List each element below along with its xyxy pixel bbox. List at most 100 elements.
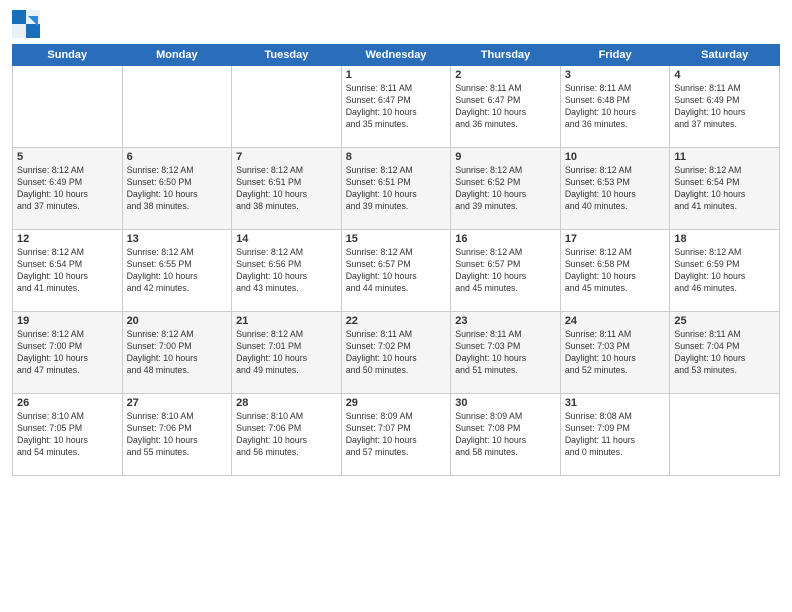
- day-info: Sunrise: 8:11 AM Sunset: 6:47 PM Dayligh…: [455, 83, 556, 131]
- day-number: 2: [455, 69, 556, 81]
- day-cell: 8 Sunrise: 8:12 AM Sunset: 6:51 PM Daylig…: [341, 148, 451, 230]
- day-info: Sunrise: 8:12 AM Sunset: 6:51 PM Dayligh…: [346, 165, 447, 213]
- day-info: Sunrise: 8:11 AM Sunset: 6:48 PM Dayligh…: [565, 83, 666, 131]
- day-number: 15: [346, 233, 447, 245]
- weekday-header-friday: Friday: [560, 45, 670, 66]
- day-info: Sunrise: 8:09 AM Sunset: 7:08 PM Dayligh…: [455, 411, 556, 459]
- day-cell: 16Sunrise: 8:12 AM Sunset: 6:57 PM Dayli…: [451, 230, 561, 312]
- day-number: 7: [236, 151, 337, 163]
- day-number: 27: [127, 397, 228, 409]
- weekday-header-saturday: Saturday: [670, 45, 780, 66]
- day-cell: 19Sunrise: 8:12 AM Sunset: 7:00 PM Dayli…: [13, 312, 123, 394]
- day-info: Sunrise: 8:11 AM Sunset: 7:02 PM Dayligh…: [346, 329, 447, 377]
- day-number: 21: [236, 315, 337, 327]
- week-row-2: 5Sunrise: 8:12 AM Sunset: 6:49 PM Daylig…: [13, 148, 780, 230]
- day-number: 31: [565, 397, 666, 409]
- logo-icon: [12, 10, 40, 38]
- calendar-body: 1 Sunrise: 8:11 AM Sunset: 6:47 PM Daylig…: [13, 66, 780, 476]
- day-info: Sunrise: 8:12 AM Sunset: 7:01 PM Dayligh…: [236, 329, 337, 377]
- day-info: Sunrise: 8:11 AM Sunset: 7:03 PM Dayligh…: [455, 329, 556, 377]
- day-info: Sunrise: 8:12 AM Sunset: 6:59 PM Dayligh…: [674, 247, 775, 295]
- day-number: 28: [236, 397, 337, 409]
- day-number: 9: [455, 151, 556, 163]
- day-info: Sunrise: 8:10 AM Sunset: 7:05 PM Dayligh…: [17, 411, 118, 459]
- day-cell: 26 Sunrise: 8:10 AM Sunset: 7:05 PM Dayli…: [13, 394, 123, 476]
- day-info: Sunrise: 8:12 AM Sunset: 6:58 PM Dayligh…: [565, 247, 666, 295]
- day-cell: [13, 66, 123, 148]
- day-info: Sunrise: 8:12 AM Sunset: 6:52 PM Dayligh…: [455, 165, 556, 213]
- day-cell: 18Sunrise: 8:12 AM Sunset: 6:59 PM Dayli…: [670, 230, 780, 312]
- day-cell: 15 Sunrise: 8:12 AM Sunset: 6:57 PM Dayli…: [341, 230, 451, 312]
- day-cell: 30Sunrise: 8:09 AM Sunset: 7:08 PM Dayli…: [451, 394, 561, 476]
- day-number: 13: [127, 233, 228, 245]
- day-number: 20: [127, 315, 228, 327]
- day-info: Sunrise: 8:11 AM Sunset: 6:49 PM Dayligh…: [674, 83, 775, 131]
- header: [12, 10, 780, 38]
- day-number: 11: [674, 151, 775, 163]
- weekday-header-sunday: Sunday: [13, 45, 123, 66]
- day-cell: 2 Sunrise: 8:11 AM Sunset: 6:47 PM Daylig…: [451, 66, 561, 148]
- day-cell: 21 Sunrise: 8:12 AM Sunset: 7:01 PM Dayli…: [232, 312, 342, 394]
- day-number: 17: [565, 233, 666, 245]
- calendar-header: SundayMondayTuesdayWednesdayThursdayFrid…: [13, 45, 780, 66]
- day-cell: 23 Sunrise: 8:11 AM Sunset: 7:03 PM Dayli…: [451, 312, 561, 394]
- day-cell: 9 Sunrise: 8:12 AM Sunset: 6:52 PM Daylig…: [451, 148, 561, 230]
- day-cell: 27 Sunrise: 8:10 AM Sunset: 7:06 PM Dayli…: [122, 394, 232, 476]
- day-number: 25: [674, 315, 775, 327]
- day-cell: [232, 66, 342, 148]
- day-info: Sunrise: 8:12 AM Sunset: 6:51 PM Dayligh…: [236, 165, 337, 213]
- day-number: 29: [346, 397, 447, 409]
- day-cell: 29 Sunrise: 8:09 AM Sunset: 7:07 PM Dayli…: [341, 394, 451, 476]
- day-cell: 10 Sunrise: 8:12 AM Sunset: 6:53 PM Dayli…: [560, 148, 670, 230]
- day-cell: 3 Sunrise: 8:11 AM Sunset: 6:48 PM Daylig…: [560, 66, 670, 148]
- day-cell: 28 Sunrise: 8:10 AM Sunset: 7:06 PM Dayli…: [232, 394, 342, 476]
- day-cell: 12 Sunrise: 8:12 AM Sunset: 6:54 PM Dayli…: [13, 230, 123, 312]
- week-row-3: 12 Sunrise: 8:12 AM Sunset: 6:54 PM Dayli…: [13, 230, 780, 312]
- day-number: 3: [565, 69, 666, 81]
- day-cell: 5Sunrise: 8:12 AM Sunset: 6:49 PM Daylig…: [13, 148, 123, 230]
- day-cell: 24 Sunrise: 8:11 AM Sunset: 7:03 PM Dayli…: [560, 312, 670, 394]
- day-info: Sunrise: 8:12 AM Sunset: 6:54 PM Dayligh…: [17, 247, 118, 295]
- day-info: Sunrise: 8:11 AM Sunset: 7:03 PM Dayligh…: [565, 329, 666, 377]
- day-info: Sunrise: 8:12 AM Sunset: 6:55 PM Dayligh…: [127, 247, 228, 295]
- day-number: 24: [565, 315, 666, 327]
- day-cell: 7 Sunrise: 8:12 AM Sunset: 6:51 PM Daylig…: [232, 148, 342, 230]
- day-number: 26: [17, 397, 118, 409]
- day-number: 14: [236, 233, 337, 245]
- weekday-header-monday: Monday: [122, 45, 232, 66]
- day-cell: 22Sunrise: 8:11 AM Sunset: 7:02 PM Dayli…: [341, 312, 451, 394]
- day-number: 12: [17, 233, 118, 245]
- week-row-4: 19 Sunrise: 8:12 AM Sunset: 7:00 PM Dayli…: [13, 312, 780, 394]
- weekday-header-wednesday: Wednesday: [341, 45, 451, 66]
- day-info: Sunrise: 8:08 AM Sunset: 7:09 PM Dayligh…: [565, 411, 666, 459]
- day-number: 6: [127, 151, 228, 163]
- day-cell: 31 Sunrise: 8:08 AM Sunset: 7:09 PM Dayli…: [560, 394, 670, 476]
- day-info: Sunrise: 8:12 AM Sunset: 6:53 PM Dayligh…: [565, 165, 666, 213]
- day-cell: 1 Sunrise: 8:11 AM Sunset: 6:47 PM Daylig…: [341, 66, 451, 148]
- day-cell: [670, 394, 780, 476]
- weekday-header-thursday: Thursday: [451, 45, 561, 66]
- day-number: 10: [565, 151, 666, 163]
- day-number: 23: [455, 315, 556, 327]
- day-info: Sunrise: 8:10 AM Sunset: 7:06 PM Dayligh…: [127, 411, 228, 459]
- day-info: Sunrise: 8:12 AM Sunset: 6:57 PM Dayligh…: [346, 247, 447, 295]
- day-cell: 6Sunrise: 8:12 AM Sunset: 6:50 PM Daylig…: [122, 148, 232, 230]
- day-info: Sunrise: 8:12 AM Sunset: 6:56 PM Dayligh…: [236, 247, 337, 295]
- day-cell: [122, 66, 232, 148]
- day-number: 16: [455, 233, 556, 245]
- day-number: 19: [17, 315, 118, 327]
- day-info: Sunrise: 8:12 AM Sunset: 6:54 PM Dayligh…: [674, 165, 775, 213]
- day-info: Sunrise: 8:10 AM Sunset: 7:06 PM Dayligh…: [236, 411, 337, 459]
- day-number: 1: [346, 69, 447, 81]
- day-info: Sunrise: 8:11 AM Sunset: 6:47 PM Dayligh…: [346, 83, 447, 131]
- day-info: Sunrise: 8:09 AM Sunset: 7:07 PM Dayligh…: [346, 411, 447, 459]
- day-number: 5: [17, 151, 118, 163]
- day-info: Sunrise: 8:11 AM Sunset: 7:04 PM Dayligh…: [674, 329, 775, 377]
- day-cell: 20 Sunrise: 8:12 AM Sunset: 7:00 PM Dayli…: [122, 312, 232, 394]
- day-cell: 4 Sunrise: 8:11 AM Sunset: 6:49 PM Daylig…: [670, 66, 780, 148]
- page-container: SundayMondayTuesdayWednesdayThursdayFrid…: [0, 0, 792, 612]
- day-number: 8: [346, 151, 447, 163]
- day-cell: 13 Sunrise: 8:12 AM Sunset: 6:55 PM Dayli…: [122, 230, 232, 312]
- day-number: 4: [674, 69, 775, 81]
- day-info: Sunrise: 8:12 AM Sunset: 7:00 PM Dayligh…: [127, 329, 228, 377]
